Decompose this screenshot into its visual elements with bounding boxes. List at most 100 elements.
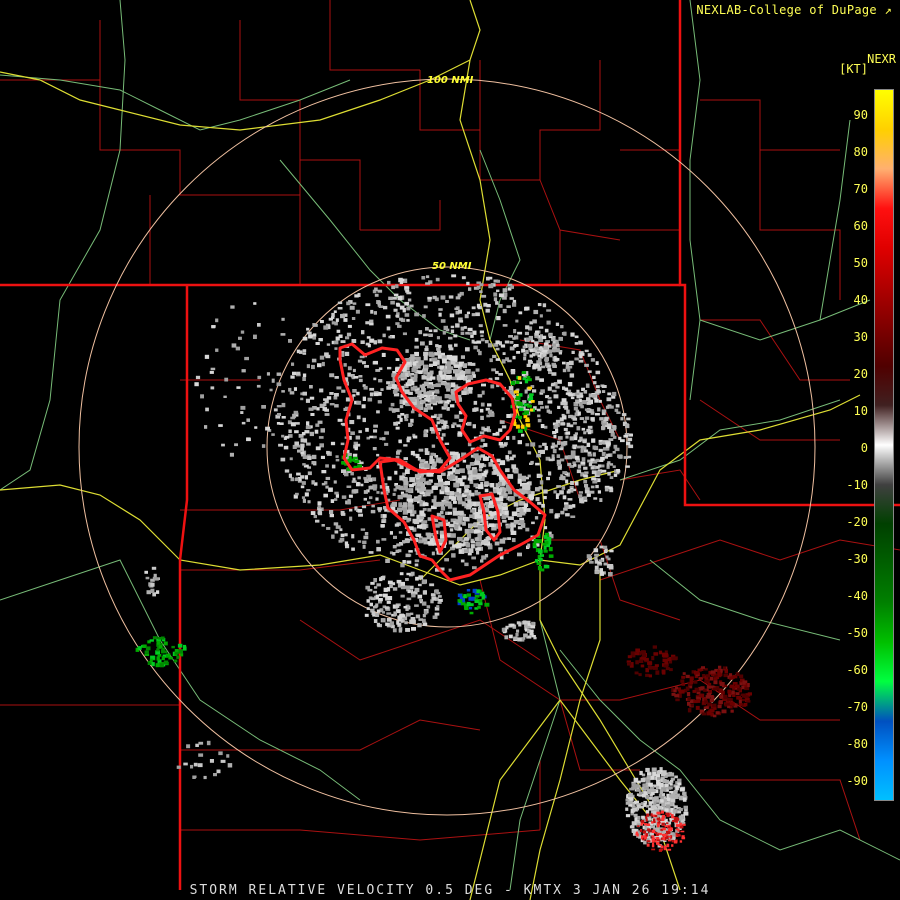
echo-pixel	[295, 422, 300, 425]
echo-pixel	[304, 492, 309, 497]
echo-pixel	[390, 381, 395, 385]
echo-pixel	[451, 274, 457, 278]
echo-pixel	[404, 517, 409, 520]
echo-pixel	[348, 494, 353, 498]
echo-pixel	[715, 686, 720, 691]
echo-pixel	[512, 454, 516, 458]
echo-pixel	[641, 815, 645, 819]
echo-pixel	[394, 470, 398, 475]
echo-pixel	[546, 544, 550, 548]
echo-pixel	[410, 450, 415, 456]
echo-pixel	[584, 349, 589, 353]
echo-pixel	[306, 327, 310, 331]
echo-pixel	[510, 285, 514, 289]
echo-pixel	[318, 338, 323, 342]
echo-pixel	[512, 302, 517, 307]
echo-pixel	[652, 842, 655, 846]
echo-pixel	[280, 333, 286, 336]
echo-pixel	[673, 656, 678, 660]
echo-pixel	[362, 361, 366, 365]
echo-pixel	[358, 375, 363, 378]
echo-pixel	[253, 334, 257, 339]
echo-pixel	[362, 417, 366, 423]
echo-pixel	[352, 453, 358, 457]
external-link-icon[interactable]: ↗	[884, 3, 892, 17]
echo-pixel	[334, 491, 339, 495]
echo-pixel	[709, 698, 715, 703]
echo-pixel	[320, 455, 325, 459]
echo-pixel	[396, 303, 401, 307]
echo-pixel	[519, 508, 524, 513]
echo-pixel	[358, 378, 363, 383]
echo-pixel	[403, 444, 408, 447]
echo-pixel	[547, 386, 552, 391]
echo-pixel	[648, 782, 653, 787]
echo-pixel	[551, 343, 557, 347]
echo-pixel	[421, 580, 426, 585]
echo-pixel	[163, 660, 169, 665]
echo-pixel	[529, 393, 534, 396]
echo-pixel	[704, 679, 709, 683]
echo-pixel	[515, 319, 519, 323]
echo-pixel	[429, 370, 434, 375]
echo-pixel	[493, 470, 500, 475]
echo-pixel	[597, 407, 601, 412]
echo-pixel	[625, 465, 630, 468]
echo-pixel	[215, 318, 219, 323]
echo-pixel	[411, 367, 417, 373]
echo-pixel	[478, 350, 482, 356]
echo-pixel	[266, 372, 270, 376]
echo-pixel	[638, 659, 644, 663]
echo-pixel	[517, 473, 522, 479]
echo-pixel	[504, 340, 510, 344]
echo-pixel	[704, 700, 709, 704]
echo-pixel	[194, 382, 199, 387]
echo-pixel	[290, 422, 296, 427]
echo-pixel	[553, 435, 557, 439]
echo-pixel	[479, 290, 483, 293]
echo-pixel	[528, 494, 534, 500]
echo-pixel	[718, 700, 723, 705]
echo-pixel	[438, 308, 443, 311]
echo-pixel	[552, 346, 557, 349]
echo-pixel	[380, 524, 385, 528]
echo-pixel	[586, 554, 591, 559]
echo-pixel	[418, 370, 423, 374]
echo-pixel	[581, 500, 585, 504]
echo-pixel	[404, 313, 410, 317]
echo-pixel	[590, 358, 595, 362]
echo-pixel	[406, 585, 411, 590]
echo-pixel	[343, 363, 347, 367]
echo-pixel	[495, 340, 500, 345]
echo-pixel	[557, 466, 562, 470]
echo-pixel	[609, 476, 614, 479]
echo-pixel	[418, 360, 425, 366]
echo-pixel	[430, 593, 436, 597]
echo-pixel	[340, 442, 345, 446]
echo-pixel	[305, 475, 308, 480]
echo-pixel	[541, 365, 546, 369]
echo-pixel	[414, 373, 418, 379]
echo-pixel	[453, 369, 459, 374]
echo-pixel	[547, 396, 552, 400]
echo-pixel	[386, 612, 392, 615]
echo-pixel	[317, 363, 322, 368]
echo-pixel	[169, 656, 173, 660]
echo-pixel	[607, 426, 612, 430]
echo-pixel	[530, 442, 536, 447]
echo-pixel	[311, 454, 317, 460]
echo-pixel	[578, 340, 583, 345]
echo-pixel	[499, 420, 505, 424]
echo-pixel	[455, 519, 461, 523]
roads	[0, 0, 900, 891]
echo-pixel	[535, 462, 540, 466]
echo-pixel	[393, 421, 398, 426]
echo-pixel	[513, 390, 519, 394]
echo-pixel	[484, 602, 490, 607]
echo-pixel	[673, 790, 677, 795]
echo-pixel	[402, 332, 407, 336]
echo-pixel	[502, 506, 508, 511]
echo-pixel	[354, 294, 359, 298]
echo-pixel	[583, 496, 588, 500]
echo-pixel	[471, 313, 476, 317]
